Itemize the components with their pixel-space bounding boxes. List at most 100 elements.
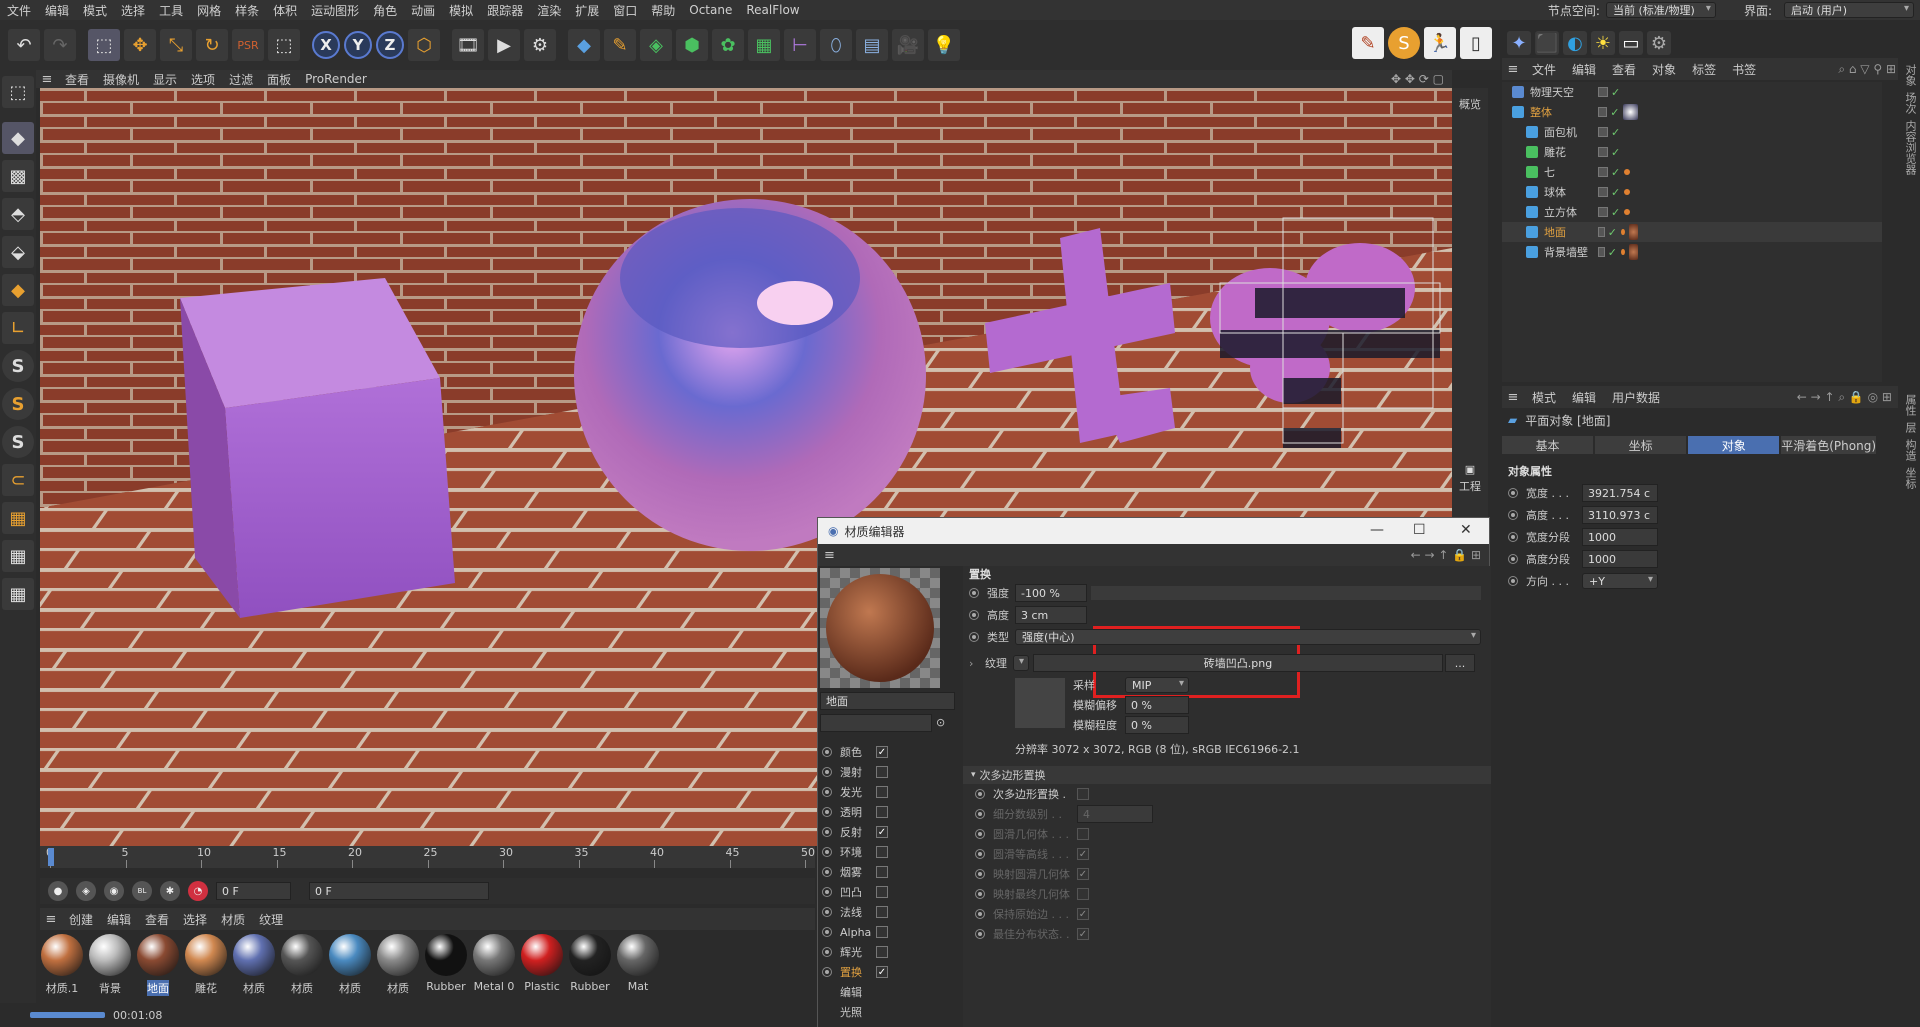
menu-item[interactable]: 角色	[366, 2, 404, 19]
light-icon[interactable]: 💡	[928, 29, 960, 61]
magnet-icon[interactable]: ⊂	[2, 464, 34, 496]
right-vtab[interactable]: 层	[1902, 422, 1918, 433]
subpoly-collapse-icon[interactable]: ▾	[971, 770, 976, 780]
right-vtab[interactable]: 坐标	[1902, 467, 1918, 489]
sky-tag-icon[interactable]	[1623, 104, 1638, 120]
locked-workplane-icon[interactable]: ▦	[2, 578, 34, 610]
layer-toggle[interactable]	[1598, 207, 1608, 217]
project-label[interactable]: 工程	[1459, 478, 1481, 494]
material-swatch[interactable]: 材质	[328, 934, 372, 1000]
property-value[interactable]: 3110.973 c	[1582, 506, 1658, 524]
octane-logo-icon[interactable]: ✦	[1507, 31, 1531, 55]
viewport-menu-item[interactable]: 显示	[146, 71, 184, 88]
menu-item[interactable]: 扩展	[568, 2, 606, 19]
channel-checkbox[interactable]: ✓	[876, 826, 888, 838]
object-row[interactable]: 整体 ✓	[1502, 102, 1882, 122]
redo-icon[interactable]: ↷	[44, 29, 76, 61]
attributes-tab[interactable]: 坐标	[1595, 436, 1687, 454]
property-value[interactable]: +Y	[1582, 573, 1658, 589]
material-swatch[interactable]: Metal 0	[472, 934, 516, 1000]
point-mode-icon[interactable]: ⬘	[2, 198, 34, 230]
material-menu-item[interactable]: 编辑	[100, 911, 138, 928]
viewport-menu-item[interactable]: 过滤	[222, 71, 260, 88]
type-anim-dot[interactable]	[969, 632, 979, 642]
field-icon[interactable]: ⬯	[820, 29, 852, 61]
material-tag-icon[interactable]	[1628, 244, 1638, 260]
anim-dot[interactable]	[1508, 576, 1518, 586]
tag-dot-icon[interactable]	[1624, 209, 1631, 215]
enabled-check-icon[interactable]: ✓	[1611, 166, 1620, 179]
octane-area-light-icon[interactable]: ▭	[1619, 31, 1643, 55]
viewport-menu-item[interactable]: 查看	[58, 71, 96, 88]
keyframe-selection-icon[interactable]: ✱	[160, 881, 180, 901]
channel-row[interactable]: 光照	[818, 1002, 963, 1022]
autokey-icon[interactable]: ◉	[104, 881, 124, 901]
channel-checkbox[interactable]	[876, 806, 888, 818]
menu-item[interactable]: 选择	[114, 2, 152, 19]
model-mode-icon[interactable]: ◆	[2, 122, 34, 154]
menu-item[interactable]: 文件	[0, 2, 38, 19]
channel-row[interactable]: Alpha	[818, 922, 963, 942]
subpoly-checkbox[interactable]	[1077, 788, 1089, 800]
menu-item[interactable]: 模式	[76, 2, 114, 19]
playhead[interactable]	[48, 848, 54, 866]
rotate-tool-icon[interactable]: ↻	[196, 29, 228, 61]
tag-dot-icon[interactable]	[1620, 249, 1625, 255]
material-menu-item[interactable]: 查看	[138, 911, 176, 928]
material-swatch[interactable]: 地面	[136, 934, 180, 1000]
material-swatch[interactable]: 材质	[280, 934, 324, 1000]
anim-dot[interactable]	[1508, 532, 1518, 542]
layer-toggle[interactable]	[1598, 127, 1608, 137]
material-swatch[interactable]: 材质	[232, 934, 276, 1000]
menu-item[interactable]: 帮助	[644, 2, 682, 19]
maximize-icon[interactable]: ☐	[1413, 522, 1426, 538]
material-swatch[interactable]: 背景	[88, 934, 132, 1000]
axis-mode-icon[interactable]: ∟	[2, 312, 34, 344]
type-select[interactable]: 强度(中心)	[1015, 629, 1481, 645]
enabled-check-icon[interactable]: ✓	[1608, 226, 1617, 239]
viewport-menu-item[interactable]: 摄像机	[96, 71, 146, 88]
object-row[interactable]: 球体 ✓	[1502, 182, 1882, 202]
array-icon[interactable]: ▦	[748, 29, 780, 61]
material-name-dropdown[interactable]	[820, 714, 932, 732]
med-nav-icons[interactable]: ← → ↑ 🔒 ⊞	[1411, 548, 1481, 562]
goto-start-icon[interactable]: ●	[48, 881, 68, 901]
menu-item[interactable]: RealFlow	[739, 3, 806, 17]
texture-menu-button[interactable]	[1013, 655, 1029, 671]
cloner-icon[interactable]: ✿	[712, 29, 744, 61]
attr-hamburger-icon[interactable]: ≡	[1502, 390, 1524, 405]
channel-row[interactable]: 颜色 ✓	[818, 742, 963, 762]
object-row[interactable]: 雕花 ✓	[1502, 142, 1882, 162]
render-region-icon[interactable]: 🎞	[452, 29, 484, 61]
right-vtab[interactable]: 属性	[1902, 394, 1918, 416]
object-menu-item[interactable]: 编辑	[1564, 61, 1604, 78]
attributes-menu-item[interactable]: 模式	[1524, 389, 1564, 406]
object-menu-item[interactable]: 书签	[1724, 61, 1764, 78]
texture-mode-icon[interactable]: ▩	[2, 160, 34, 192]
plugin-tool-s-icon[interactable]: S	[1388, 27, 1420, 59]
enabled-check-icon[interactable]: ✓	[1610, 106, 1619, 119]
undo-icon[interactable]: ↶	[8, 29, 40, 61]
viewport-menu-item[interactable]: 面板	[260, 71, 298, 88]
enabled-check-icon[interactable]: ✓	[1611, 146, 1620, 159]
picker-icon[interactable]: ⊙	[936, 716, 945, 729]
strength-anim-dot[interactable]	[969, 588, 979, 598]
snap-icon-1[interactable]: S	[2, 350, 34, 382]
object-hamburger-icon[interactable]: ≡	[1502, 62, 1524, 77]
enabled-check-icon[interactable]: ✓	[1611, 186, 1620, 199]
x-axis-lock-icon[interactable]: X	[312, 31, 340, 59]
blend-icon[interactable]: BL	[132, 881, 152, 901]
subdivision-icon[interactable]: ◈	[640, 29, 672, 61]
object-search-icons[interactable]: ⌕ ⌂ ▽ ⚲ ⊞	[1838, 62, 1896, 77]
nodespace-select[interactable]: 当前 (标准/物理)	[1605, 2, 1716, 18]
floor-icon[interactable]: ▤	[856, 29, 888, 61]
material-swatch[interactable]: 材质.1	[40, 934, 84, 1000]
layer-toggle[interactable]	[1598, 227, 1605, 237]
overview-label[interactable]: 概览	[1459, 96, 1481, 112]
minimize-icon[interactable]: —	[1370, 522, 1384, 538]
subpoly-section-header[interactable]: ▾ 次多边形置换	[963, 766, 1491, 784]
channel-row[interactable]: 发光	[818, 782, 963, 802]
channel-checkbox[interactable]	[876, 846, 888, 858]
right-vtab[interactable]: 构造	[1902, 439, 1918, 461]
channel-checkbox[interactable]	[876, 946, 888, 958]
